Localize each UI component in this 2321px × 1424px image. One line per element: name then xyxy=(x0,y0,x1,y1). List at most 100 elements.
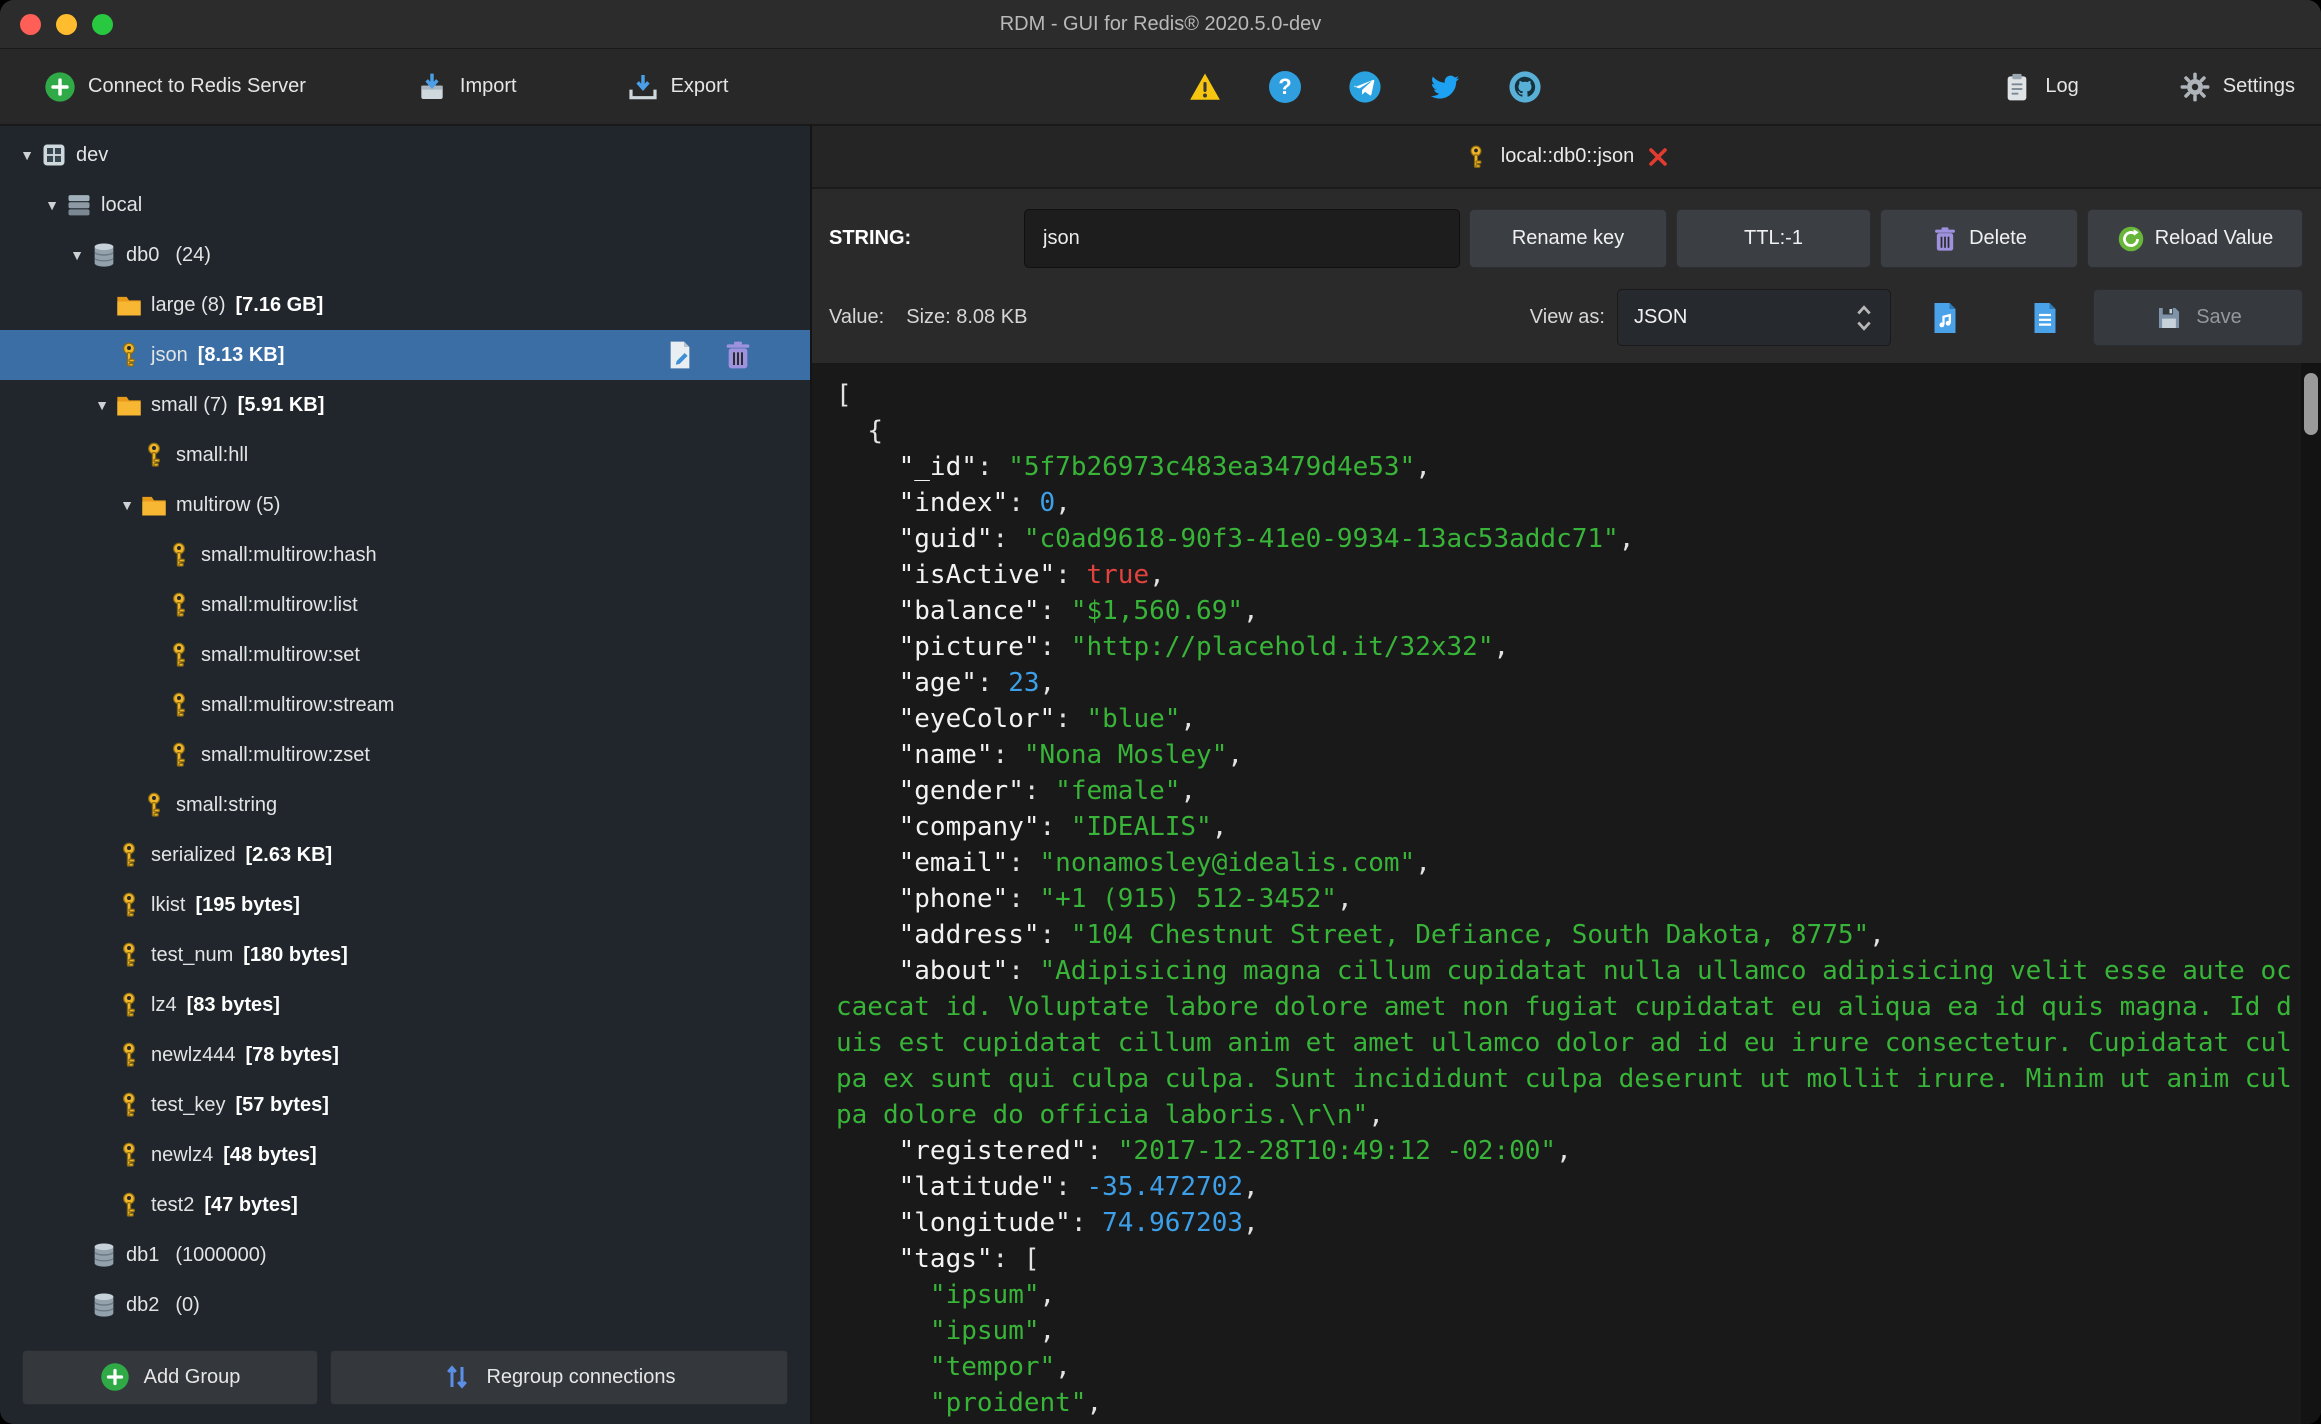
ttl-button[interactable]: TTL:-1 xyxy=(1676,209,1871,268)
key-size: [2.63 KB] xyxy=(245,843,333,866)
tree-row-lz4[interactable]: lz4 [83 bytes] xyxy=(0,980,810,1030)
expand-arrow-icon[interactable]: ▼ xyxy=(14,147,40,163)
clipboard-icon xyxy=(2008,73,2027,100)
key-icon xyxy=(115,940,149,970)
connect-to-redis-server-button[interactable]: Connect to Redis Server xyxy=(44,71,306,103)
key-editor-row: STRING: Rename key TTL:-1 Delete Reload … xyxy=(829,209,2303,268)
scrollbar-track[interactable] xyxy=(2301,363,2321,1424)
tree-row-json[interactable]: json [8.13 KB] xyxy=(0,330,810,380)
toolbar-left: Connect to Redis Server Import Export xyxy=(0,71,728,103)
sort-arrows-icon xyxy=(447,1365,468,1389)
twitter-icon[interactable] xyxy=(1428,70,1462,104)
telegram-icon[interactable] xyxy=(1348,70,1382,104)
view-as-text-icon[interactable] xyxy=(2027,300,2063,336)
tree-row-small-hll[interactable]: small:hll xyxy=(0,430,810,480)
expand-arrow-icon[interactable]: ▼ xyxy=(64,247,90,263)
scrollbar-thumb[interactable] xyxy=(2304,373,2318,435)
tree-row-newlz4[interactable]: newlz4 [48 bytes] xyxy=(0,1130,810,1180)
help-icon[interactable]: ? xyxy=(1268,70,1302,104)
zoom-window-button[interactable] xyxy=(92,13,113,35)
tab-close-icon[interactable] xyxy=(1646,145,1670,169)
tree-row-local[interactable]: ▼ local xyxy=(0,180,810,230)
database-icon xyxy=(90,240,124,270)
json-line: "proident", xyxy=(929,1388,1103,1418)
tree-row-dev[interactable]: ▼ dev xyxy=(0,130,810,180)
tree-row-db1[interactable]: db1 (1000000) xyxy=(0,1230,810,1280)
tree-item-label: test_num xyxy=(151,943,234,966)
key-size: [47 bytes] xyxy=(204,1193,298,1216)
view-as-dropdown[interactable]: JSON xyxy=(1617,289,1891,346)
tree-row-test-num[interactable]: test_num [180 bytes] xyxy=(0,930,810,980)
toolbar-right: Log Settings xyxy=(2001,71,2295,103)
floppy-icon xyxy=(2159,307,2180,328)
reload-value-button[interactable]: Reload Value xyxy=(2087,209,2303,268)
github-icon[interactable] xyxy=(1508,70,1542,104)
key-icon xyxy=(115,1090,149,1120)
json-viewer[interactable]: [ { "_id": "5f7b26973c483ea3479d4e53", "… xyxy=(812,363,2321,1424)
reload-icon xyxy=(2118,226,2143,251)
view-as-label: View as: xyxy=(1529,306,1605,328)
tree-row-small-multirow-stream[interactable]: small:multirow:stream xyxy=(0,680,810,730)
tree-item-label: db1 xyxy=(126,1243,160,1266)
tree-row-small-7-[interactable]: ▼ small (7) [5.91 KB] xyxy=(0,380,810,430)
edit-key-icon[interactable] xyxy=(664,339,696,371)
tree-row-small-multirow-set[interactable]: small:multirow:set xyxy=(0,630,810,680)
export-button[interactable]: Export xyxy=(627,71,728,103)
regroup-label: Regroup connections xyxy=(486,1365,676,1388)
expand-arrow-icon[interactable]: ▼ xyxy=(114,497,140,513)
tree-row-db0[interactable]: ▼ db0 (24) xyxy=(0,230,810,280)
tree-row-db2[interactable]: db2 (0) xyxy=(0,1280,810,1322)
json-line: "picture": "http://placehold.it/32x32", xyxy=(898,632,1510,662)
tree-row-large-8-[interactable]: large (8) [7.16 GB] xyxy=(0,280,810,330)
traffic-lights xyxy=(20,0,113,48)
key-type-label: STRING: xyxy=(829,227,912,249)
json-line: "ipsum", xyxy=(929,1316,1056,1346)
connection-icon xyxy=(40,140,74,170)
close-window-button[interactable] xyxy=(20,13,41,35)
row-actions xyxy=(664,339,754,371)
tree-item-label: dev xyxy=(76,143,109,166)
regroup-connections-button[interactable]: Regroup connections xyxy=(330,1349,788,1405)
tab-bar: local::db0::json xyxy=(812,126,2321,189)
delete-key-icon[interactable] xyxy=(722,339,754,371)
warning-icon[interactable] xyxy=(1188,70,1222,104)
json-line: "guid": "c0ad9618-90f3-41e0-9934-13ac53a… xyxy=(898,524,1635,554)
main-panel: local::db0::json STRING: Rename key TTL:… xyxy=(812,126,2321,1424)
json-line: "ipsum", xyxy=(929,1280,1056,1310)
tree-item-label: small:multirow:stream xyxy=(201,693,395,716)
tree-row-newlz444[interactable]: newlz444 [78 bytes] xyxy=(0,1030,810,1080)
add-group-button[interactable]: Add Group xyxy=(22,1349,318,1405)
connection-tree[interactable]: ▼ dev ▼ local ▼ db0 (24) large (8) [7.16 GB] json… xyxy=(0,130,810,1322)
server-icon xyxy=(65,190,99,220)
minimize-window-button[interactable] xyxy=(56,13,77,35)
database-icon xyxy=(90,1290,124,1320)
key-icon xyxy=(115,1140,149,1170)
tree-row-small-multirow-list[interactable]: small:multirow:list xyxy=(0,580,810,630)
json-line: "about": "Adipisicing magna cillum cupid… xyxy=(836,956,2292,1130)
key-icon xyxy=(140,440,174,470)
key-icon xyxy=(165,540,199,570)
tab-label[interactable]: local::db0::json xyxy=(1501,145,1634,168)
tree-row-small-string[interactable]: small:string xyxy=(0,780,810,830)
import-button[interactable]: Import xyxy=(416,71,517,103)
tree-row-small-multirow-hash[interactable]: small:multirow:hash xyxy=(0,530,810,580)
json-line: "company": "IDEALIS", xyxy=(898,812,1228,842)
expand-arrow-icon[interactable]: ▼ xyxy=(39,197,65,213)
tree-row-test-key[interactable]: test_key [57 bytes] xyxy=(0,1080,810,1130)
tree-row-lkist[interactable]: lkist [195 bytes] xyxy=(0,880,810,930)
tree-row-small-multirow-zset[interactable]: small:multirow:zset xyxy=(0,730,810,780)
key-icon xyxy=(115,1040,149,1070)
json-line: "longitude": 74.967203, xyxy=(898,1208,1259,1238)
tree-row-serialized[interactable]: serialized [2.63 KB] xyxy=(0,830,810,880)
tree-row-multirow-5-[interactable]: ▼ multirow (5) xyxy=(0,480,810,530)
key-name-input[interactable] xyxy=(1024,209,1460,268)
expand-arrow-icon[interactable]: ▼ xyxy=(89,397,115,413)
settings-label: Settings xyxy=(2222,75,2295,97)
rename-key-button[interactable]: Rename key xyxy=(1469,209,1667,268)
open-value-in-editor-icon[interactable] xyxy=(1927,300,1963,336)
delete-key-button[interactable]: Delete xyxy=(1880,209,2078,268)
log-button[interactable]: Log xyxy=(2001,71,2079,103)
save-button[interactable]: Save xyxy=(2093,289,2303,346)
tree-row-test2[interactable]: test2 [47 bytes] xyxy=(0,1180,810,1230)
settings-button[interactable]: Settings xyxy=(2179,71,2295,103)
